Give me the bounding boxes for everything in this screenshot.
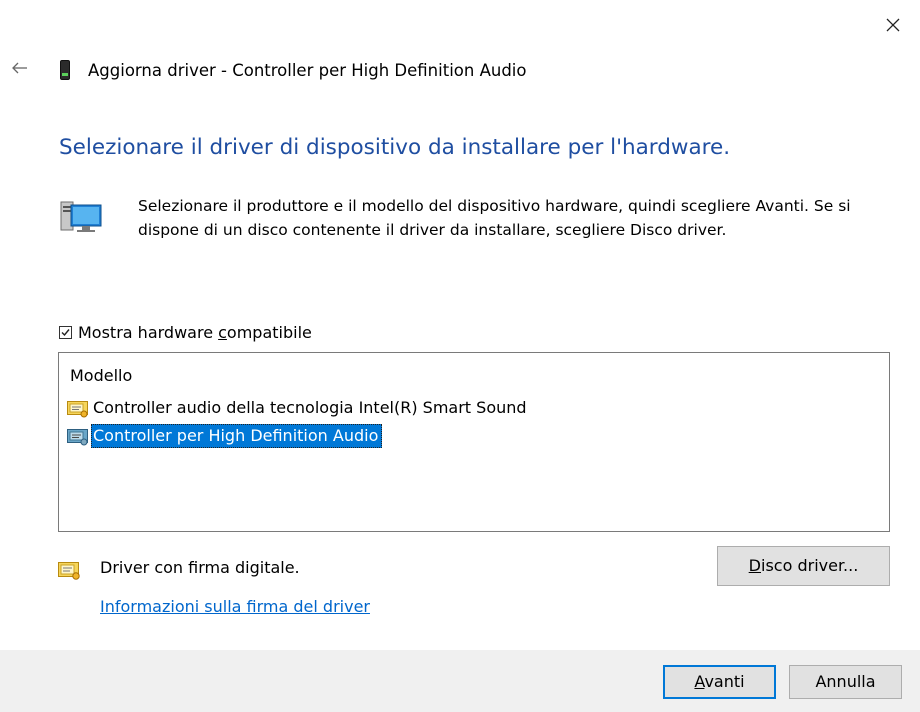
checkbox-label: Mostra hardware compatibile — [78, 323, 312, 342]
instructions-text: Selezionare il produttore e il modello d… — [138, 194, 878, 242]
model-list-item-label: Controller audio della tecnologia Intel(… — [93, 398, 527, 417]
driver-certificate-icon — [67, 428, 89, 446]
model-list-item-label: Controller per High Definition Audio — [91, 424, 383, 448]
model-listbox[interactable]: Modello Controller audio della tecnologi… — [58, 352, 890, 532]
next-label: vanti — [704, 672, 745, 691]
checkbox-box[interactable] — [59, 326, 72, 339]
instructions-line-1: Selezionare il produttore e il modello d… — [138, 197, 851, 215]
close-button[interactable] — [878, 10, 908, 40]
dialog-footer — [0, 650, 920, 712]
close-icon — [886, 18, 900, 32]
driver-certificate-icon — [67, 400, 89, 418]
checkbox-label-part-1: Mostra hardware — [78, 323, 219, 342]
next-access-key: A — [694, 672, 705, 691]
have-disk-label: isco driver... — [761, 556, 859, 575]
driver-signature-info-link[interactable]: Informazioni sulla firma del driver — [100, 597, 370, 616]
page-heading: Selezionare il driver di dispositivo da … — [59, 135, 731, 160]
cancel-button[interactable]: Annulla — [789, 665, 902, 699]
device-icon — [60, 60, 70, 80]
computer-monitor-icon — [60, 198, 104, 234]
model-column-header: Modello — [70, 366, 133, 385]
have-disk-button[interactable]: Disco driver... — [717, 546, 890, 586]
checkbox-label-access-key: c — [218, 323, 227, 342]
signature-status-text: Driver con firma digitale. — [100, 558, 300, 577]
have-disk-access-key: D — [748, 556, 761, 575]
back-button[interactable] — [10, 56, 30, 80]
back-arrow-icon — [12, 62, 27, 74]
checkbox-label-part-2: ompatibile — [226, 323, 312, 342]
driver-certificate-icon — [58, 561, 82, 581]
checkmark-icon — [61, 329, 70, 337]
instructions-line-2: dispone di un disco contenente il driver… — [138, 221, 727, 239]
next-button[interactable]: Avanti — [663, 665, 776, 699]
window-title: Aggiorna driver - Controller per High De… — [88, 61, 527, 80]
